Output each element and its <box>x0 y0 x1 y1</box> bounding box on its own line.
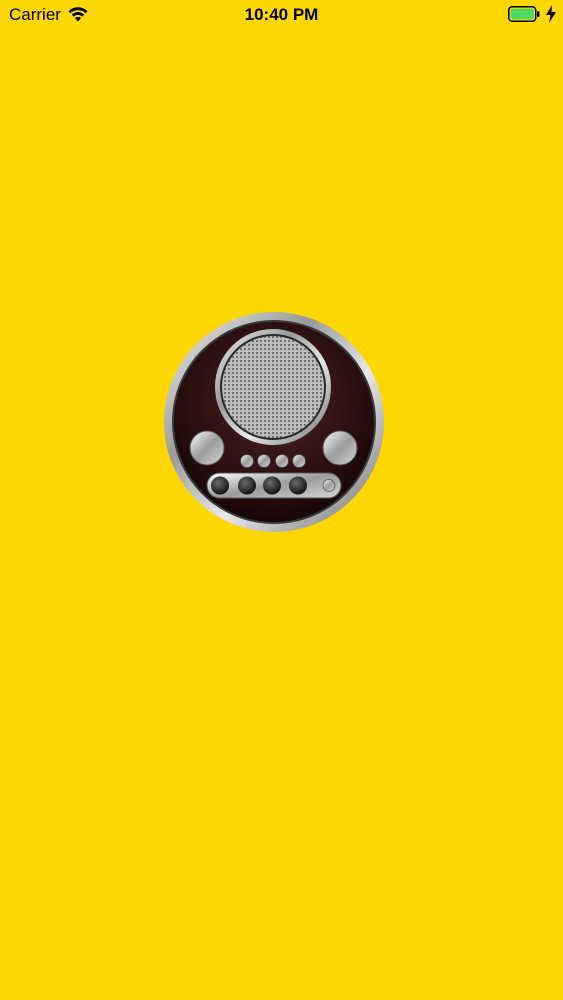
status-bar: Carrier 10:40 PM <box>0 0 563 30</box>
status-time: 10:40 PM <box>244 5 319 24</box>
radio-logo-icon <box>164 312 384 532</box>
battery-icon <box>508 6 540 22</box>
charging-bolt-icon <box>546 5 556 23</box>
